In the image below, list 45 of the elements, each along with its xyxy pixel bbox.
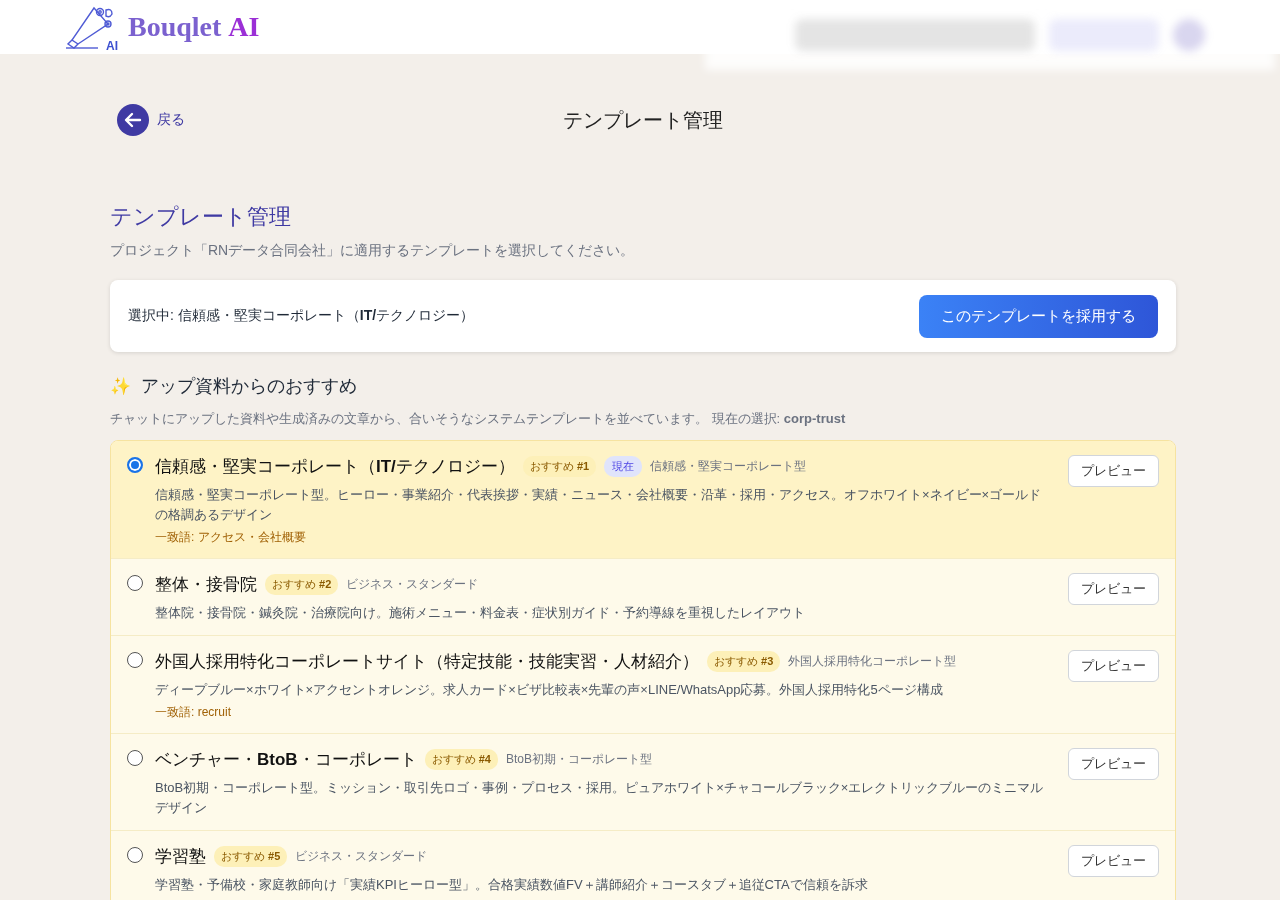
category-label: 信頼感・堅実コーポレート型: [650, 458, 807, 475]
category-label: BtoB初期・コーポレート型: [505, 751, 652, 768]
template-description: 整体院・接骨院・鍼灸院・治療院向け。施術メニュー・料金表・症状別ガイド・予約導線を重視したレイアウト: [155, 604, 806, 622]
category-label: ビジネス・スタンダード: [295, 848, 428, 865]
preview-button[interactable]: プレビュー: [1068, 455, 1159, 487]
preview-button[interactable]: プレビュー: [1068, 650, 1159, 682]
template-description: ディープブルー×ホワイト×アクセントオレンジ。求人カード×ビザ比較表×先輩の声×LINE/WhatsApp応募。外国人採用特化5ページ構成: [155, 681, 944, 699]
template-title: 学習塾: [155, 846, 206, 868]
rank-badge: おすすめ #2: [265, 574, 339, 595]
radio-button[interactable]: [127, 457, 143, 473]
matched-keywords: 一致語: recruit: [155, 704, 232, 721]
rank-badge: おすすめ #3: [707, 651, 781, 672]
current-badge: 現在: [604, 456, 643, 477]
radio-button[interactable]: [127, 575, 143, 591]
template-description: 信頼感・堅実コーポレート型。ヒーロー・事業紹介・代表挨拶・実績・ニュース・会社概要・沿革・採用・アクセス。オフホワイト×ネイビー×ゴールドの格調あるデザイン: [155, 486, 1043, 524]
sparkles-icon: ✨: [110, 375, 131, 397]
recommendations-note: チャットにアップした資料や生成済みの文章から、合いそうなシステムテンプレートを並べています。 現在の選択: corp-trust: [110, 410, 847, 428]
matched-keywords: 一致語: アクセス・会社概要: [155, 529, 307, 546]
category-label: 外国人採用特化コーポレート型: [788, 653, 957, 670]
template-title: ベンチャー・BtoB・コーポレート: [155, 749, 417, 771]
category-label: ビジネス・スタンダード: [346, 576, 479, 593]
preview-button[interactable]: プレビュー: [1068, 748, 1159, 780]
radio-button[interactable]: [127, 750, 143, 766]
template-title: 信頼感・堅実コーポレート（IT/テクノロジー）: [155, 456, 515, 478]
rank-badge: おすすめ #5: [214, 846, 288, 867]
template-description: BtoB初期・コーポレート型。ミッション・取引先ロゴ・事例・プロセス・採用。ピュアホワイト×チャコールブラック×エレクトリックブルーのミニマルデザイン: [155, 779, 1045, 817]
brand-suffix[interactable]: AI: [228, 11, 260, 43]
rank-badge: おすすめ #1: [522, 456, 597, 477]
description-text: プロジェクト「RNデータ合同会社」に適用するテンプレートを選択してください。: [110, 242, 636, 260]
selection-text: 選択中: 信頼感・堅実コーポレート（IT/テクノロジー）: [128, 307, 475, 325]
rank-badge: おすすめ #4: [424, 749, 498, 770]
adopt-template-button[interactable]: このテンプレートを採用する: [919, 294, 1158, 338]
logo-badge-text: AI: [106, 40, 118, 52]
radio-button[interactable]: [127, 847, 143, 863]
back-button[interactable]: 戻る: [110, 104, 185, 136]
page-title: テンプレート管理: [563, 107, 723, 133]
template-title: 整体・接骨院: [155, 574, 257, 596]
brand-name[interactable]: Bouqlet: [128, 11, 222, 43]
section-heading: テンプレート管理: [110, 203, 292, 231]
template-title: 外国人採用特化コーポレートサイト（特定技能・技能実習・人材紹介）: [155, 651, 699, 673]
recommendations-heading: アップ資料からのおすすめ: [141, 375, 357, 398]
radio-button[interactable]: [127, 652, 143, 668]
preview-button[interactable]: プレビュー: [1068, 573, 1159, 605]
preview-button[interactable]: プレビュー: [1068, 845, 1159, 877]
template-description: 学習塾・予備校・家庭教師向け「実績KPIヒーロー型」。合格実績数値FV＋講師紹介＋コースタブ＋追従CTAで信頼を訴求: [155, 876, 869, 894]
